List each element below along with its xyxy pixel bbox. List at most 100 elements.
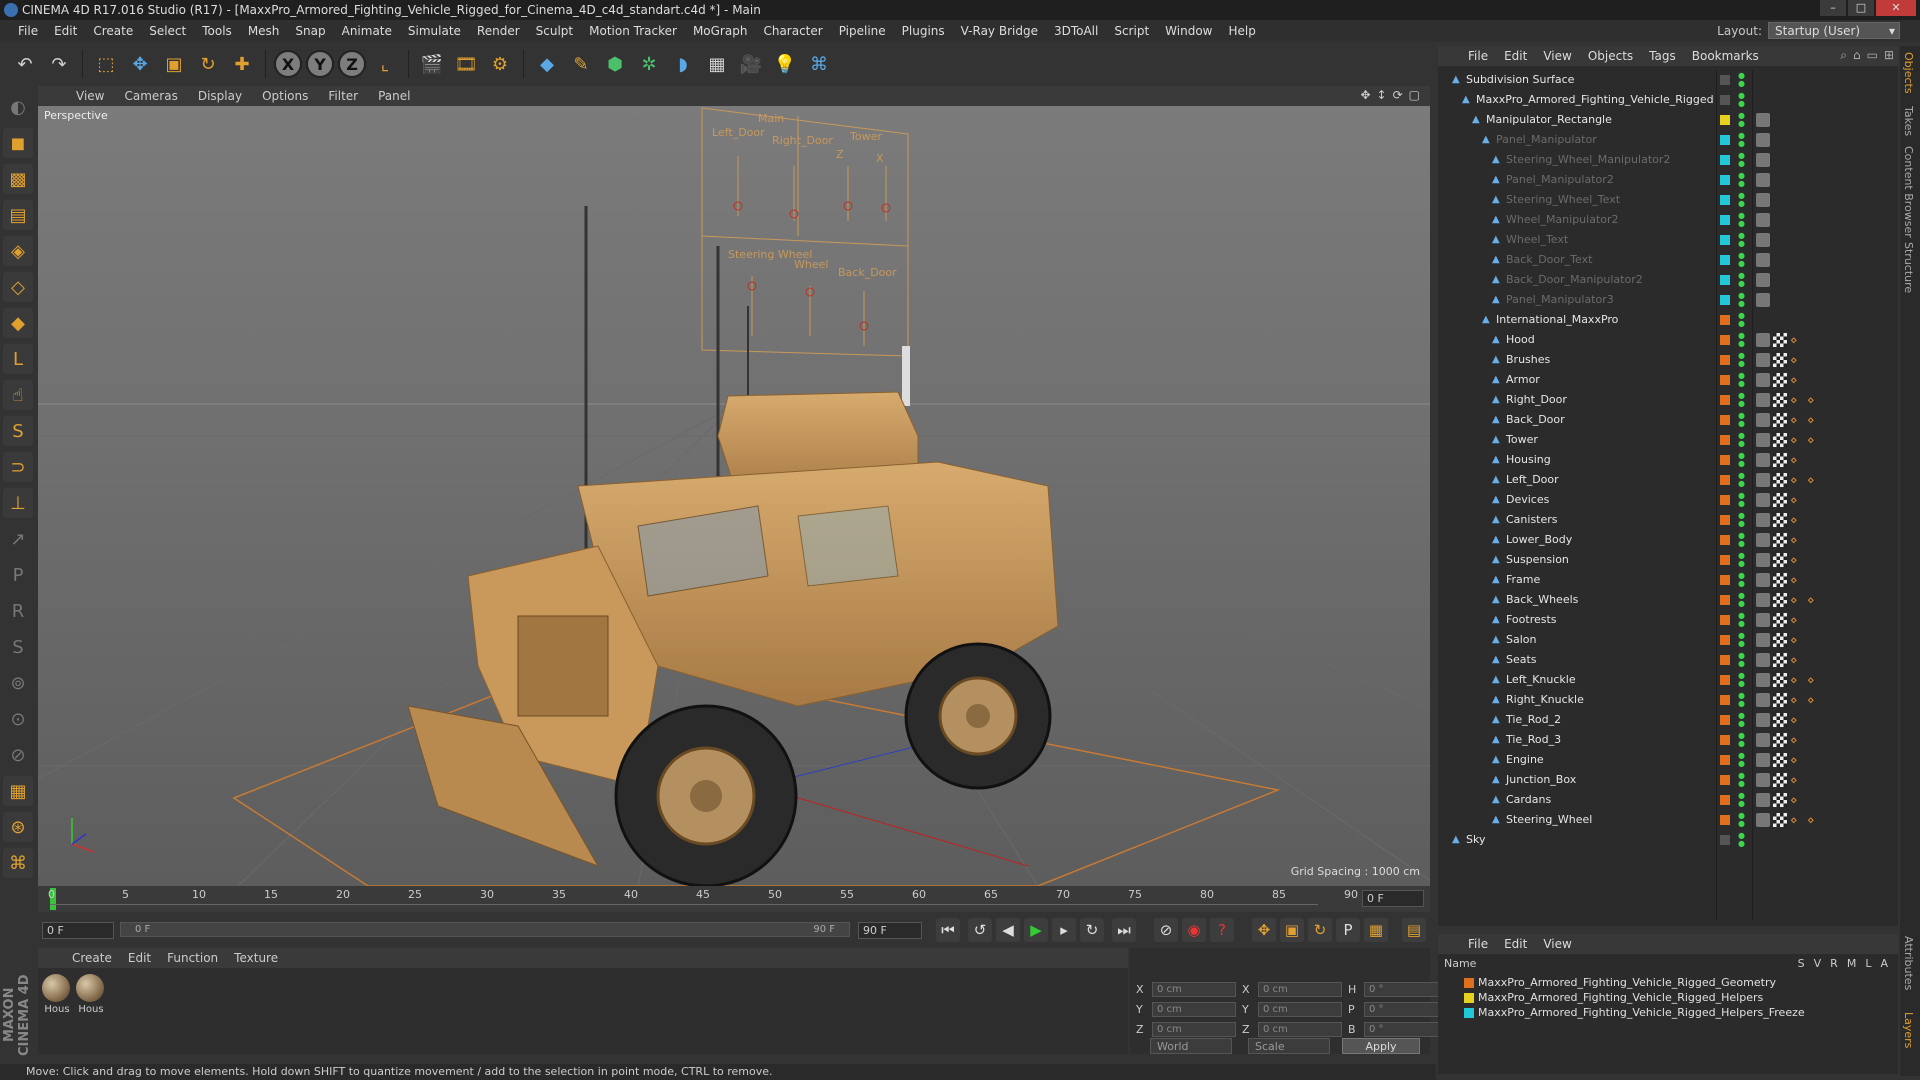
object-name[interactable]: Armor: [1506, 370, 1540, 390]
redo-icon[interactable]: ↷: [44, 49, 74, 79]
tab-structure[interactable]: Structure: [1902, 242, 1915, 293]
visibility-dots-icon[interactable]: ● ●: [1738, 632, 1745, 648]
layer-color-icon[interactable]: [1720, 775, 1730, 785]
object-name[interactable]: Back_Door_Text: [1506, 250, 1592, 270]
phong-tag-icon[interactable]: [1756, 613, 1770, 627]
layer-color-icon[interactable]: [1720, 475, 1730, 485]
visibility-dots-icon[interactable]: ● ●: [1738, 352, 1745, 368]
selection-tag-icon[interactable]: ⋄: [1807, 673, 1821, 687]
mograph-cloner-icon[interactable]: ✲: [634, 49, 664, 79]
object-row[interactable]: ▲ Devices ● ● ⋄: [1438, 490, 1898, 510]
visibility-dots-icon[interactable]: ● ●: [1738, 72, 1745, 88]
phong-tag-icon[interactable]: [1756, 553, 1770, 567]
python-icon[interactable]: ⌘: [804, 49, 834, 79]
phong-tag-icon[interactable]: [1756, 173, 1770, 187]
phong-tag-icon[interactable]: [1756, 413, 1770, 427]
object-name[interactable]: Steering_Wheel: [1506, 810, 1592, 830]
menu-sculpt[interactable]: Sculpt: [528, 20, 581, 42]
layer-menu-file[interactable]: File: [1460, 937, 1496, 951]
layer-color-swatch[interactable]: [1464, 978, 1474, 988]
selection-tag-icon[interactable]: ⋄: [1790, 553, 1804, 567]
object-name[interactable]: Panel_Manipulator: [1496, 130, 1597, 150]
material-menu-texture[interactable]: Texture: [226, 951, 286, 965]
object-name[interactable]: Sky: [1466, 830, 1485, 850]
layer-color-icon[interactable]: [1720, 315, 1730, 325]
menu-vray-bridge[interactable]: V-Ray Bridge: [953, 20, 1046, 42]
object-row[interactable]: ▲ Tie_Rod_3 ● ● ⋄: [1438, 730, 1898, 750]
material-menu-create[interactable]: Create: [64, 951, 120, 965]
phong-tag-icon[interactable]: [1756, 333, 1770, 347]
layer-color-icon[interactable]: [1720, 135, 1730, 145]
python-script-icon[interactable]: ⌘: [3, 848, 33, 878]
menu-character[interactable]: Character: [755, 20, 830, 42]
layer-color-icon[interactable]: [1720, 75, 1730, 85]
object-name[interactable]: Seats: [1506, 650, 1537, 670]
phong-tag-icon[interactable]: [1756, 513, 1770, 527]
phong-tag-icon[interactable]: [1756, 813, 1770, 827]
layer-color-icon[interactable]: [1720, 235, 1730, 245]
layer-color-icon[interactable]: [1720, 455, 1730, 465]
model-mode-icon[interactable]: ◼: [3, 128, 33, 158]
visibility-dots-icon[interactable]: ● ●: [1738, 832, 1745, 848]
workplane-icon[interactable]: ⊥: [3, 488, 33, 518]
rotate-tool-icon[interactable]: ↻: [193, 49, 223, 79]
selection-tag-icon[interactable]: ⋄: [1790, 493, 1804, 507]
material-tag-icon[interactable]: [1773, 753, 1787, 767]
selection-tag-icon[interactable]: ⋄: [1790, 353, 1804, 367]
layer-color-icon[interactable]: [1720, 815, 1730, 825]
layer-color-icon[interactable]: [1720, 275, 1730, 285]
maximize-button[interactable]: □: [1848, 0, 1874, 16]
layer-color-icon[interactable]: [1720, 175, 1730, 185]
material-swatch[interactable]: Hous: [42, 974, 72, 1015]
selection-tag-icon[interactable]: ⋄: [1807, 413, 1821, 427]
y-axis-lock-icon[interactable]: Y: [306, 50, 334, 78]
texture-mode-icon[interactable]: ▩: [3, 164, 33, 194]
start-frame-field[interactable]: 0 F: [42, 922, 114, 939]
next-frame-icon[interactable]: ▸: [1052, 918, 1076, 942]
visibility-dots-icon[interactable]: ● ●: [1738, 792, 1745, 808]
selection-tag-icon[interactable]: ⋄: [1807, 693, 1821, 707]
visibility-dots-icon[interactable]: ● ●: [1738, 172, 1745, 188]
menu-3dtoall[interactable]: 3DToAll: [1046, 20, 1106, 42]
phong-tag-icon[interactable]: [1756, 393, 1770, 407]
phong-tag-icon[interactable]: [1756, 133, 1770, 147]
object-name[interactable]: Hood: [1506, 330, 1535, 350]
layer-color-icon[interactable]: [1720, 255, 1730, 265]
visibility-dots-icon[interactable]: ● ●: [1738, 572, 1745, 588]
menu-render[interactable]: Render: [469, 20, 528, 42]
visibility-dots-icon[interactable]: ● ●: [1738, 412, 1745, 428]
phong-tag-icon[interactable]: [1756, 493, 1770, 507]
selection-tag-icon[interactable]: ⋄: [1790, 753, 1804, 767]
key-parameter-icon[interactable]: P: [1336, 918, 1360, 942]
material-tag-icon[interactable]: [1773, 513, 1787, 527]
axis-mode-icon[interactable]: L: [3, 344, 33, 374]
material-menu-function[interactable]: Function: [159, 951, 226, 965]
phong-tag-icon[interactable]: [1756, 713, 1770, 727]
tab-content-browser[interactable]: Content Browser: [1902, 146, 1915, 238]
workplane-mode-icon[interactable]: ▤: [3, 200, 33, 230]
layer-color-icon[interactable]: [1720, 675, 1730, 685]
object-name[interactable]: Tie_Rod_2: [1506, 710, 1561, 730]
layout-dropdown[interactable]: Startup (User): [1768, 22, 1900, 40]
material-tag-icon[interactable]: [1773, 413, 1787, 427]
selection-tag-icon[interactable]: ⋄: [1790, 693, 1804, 707]
maximize-view-icon[interactable]: ▢: [1409, 88, 1420, 102]
menu-mesh[interactable]: Mesh: [240, 20, 288, 42]
material-tag-icon[interactable]: [1773, 673, 1787, 687]
perspective-viewport[interactable]: Main Left_Door Right_Door Tower Z X Stee…: [38, 106, 1430, 886]
phong-tag-icon[interactable]: [1756, 653, 1770, 667]
spline-pen-icon[interactable]: ✎: [566, 49, 596, 79]
menu-motion-tracker[interactable]: Motion Tracker: [581, 20, 685, 42]
selection-tag-icon[interactable]: ⋄: [1790, 773, 1804, 787]
phong-tag-icon[interactable]: [1756, 353, 1770, 367]
material-tag-icon[interactable]: [1773, 733, 1787, 747]
light-icon[interactable]: 💡: [770, 49, 800, 79]
phong-tag-icon[interactable]: [1756, 733, 1770, 747]
phong-tag-icon[interactable]: [1756, 213, 1770, 227]
render-view-icon[interactable]: 🎬: [417, 49, 447, 79]
solo-mode-icon[interactable]: S: [3, 416, 33, 446]
previous-frame-icon[interactable]: ◀: [996, 918, 1020, 942]
material-tag-icon[interactable]: [1773, 613, 1787, 627]
object-row[interactable]: ▲ Steering_Wheel_Text ● ●: [1438, 190, 1898, 210]
object-name[interactable]: Frame: [1506, 570, 1540, 590]
